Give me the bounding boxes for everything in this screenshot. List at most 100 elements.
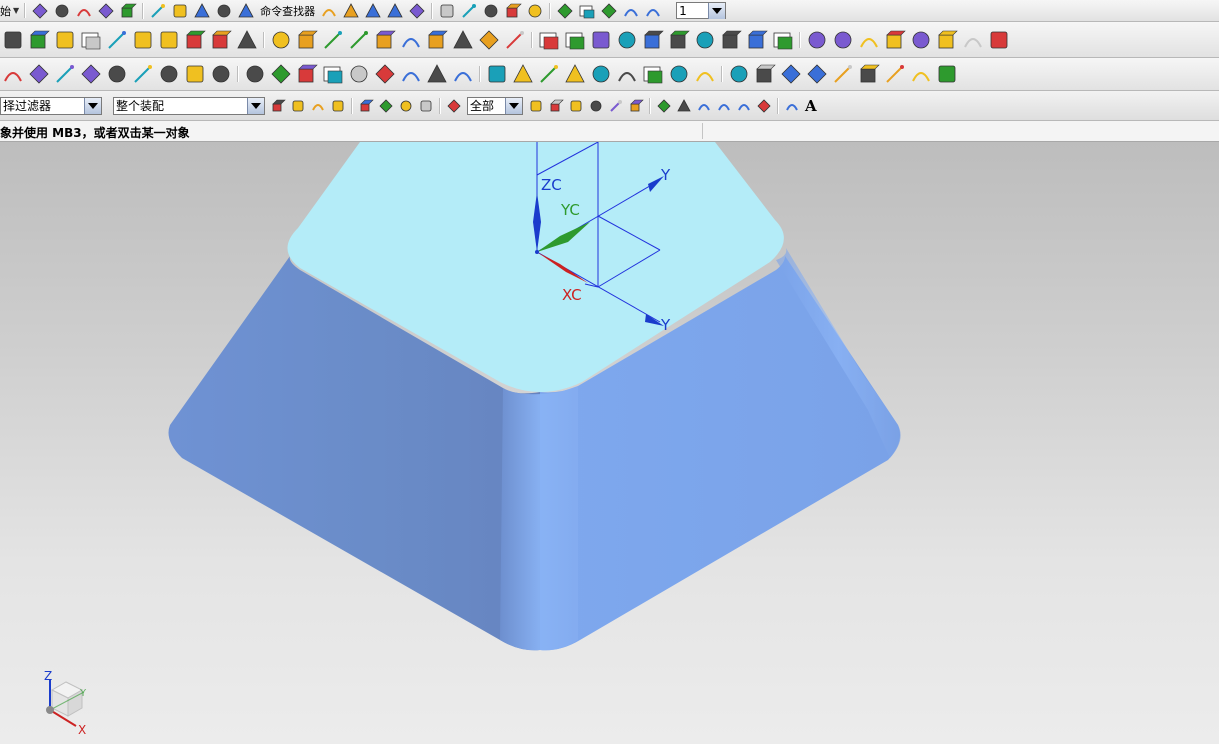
start-menu-button[interactable]: 始	[0, 3, 11, 19]
info-icon[interactable]	[408, 2, 426, 20]
command-finder-icon[interactable]	[320, 2, 338, 20]
wcs-origin-icon[interactable]	[784, 98, 800, 114]
properties-icon[interactable]	[386, 2, 404, 20]
view-orient-icon[interactable]	[526, 2, 544, 20]
render-icon[interactable]	[556, 2, 574, 20]
chevron-down-icon[interactable]	[247, 97, 264, 114]
graphics-window[interactable]: Y Y ZC YC XC Z X Y	[0, 142, 1219, 744]
subtract-icon[interactable]	[564, 63, 586, 85]
scale-body-icon[interactable]	[642, 63, 664, 85]
intersection-point-icon[interactable]	[628, 98, 644, 114]
move-icon[interactable]	[600, 2, 618, 20]
project-curve-icon[interactable]	[322, 29, 344, 51]
filter-settings-icon[interactable]	[270, 98, 286, 114]
offset-curve-icon[interactable]	[236, 29, 258, 51]
keycap-front-fillet[interactable]	[500, 386, 578, 651]
datum-plane-icon[interactable]	[780, 63, 802, 85]
undo-icon[interactable]	[215, 2, 233, 20]
law-extension-icon[interactable]	[832, 29, 854, 51]
select-curve-icon[interactable]	[418, 98, 434, 114]
extend-sheet-icon[interactable]	[720, 29, 742, 51]
extract-icon[interactable]	[400, 29, 422, 51]
block-icon[interactable]	[80, 63, 102, 85]
offset-surface-icon[interactable]	[668, 29, 690, 51]
cut-icon[interactable]	[119, 2, 137, 20]
save-icon[interactable]	[75, 2, 93, 20]
studio-surface-icon[interactable]	[806, 29, 828, 51]
section-icon[interactable]	[426, 29, 448, 51]
transition-icon[interactable]	[962, 29, 984, 51]
snap-points-icon[interactable]	[528, 98, 544, 114]
global-shaping-icon[interactable]	[988, 29, 1010, 51]
sweep-surface-icon[interactable]	[616, 29, 638, 51]
bridge-curve-icon[interactable]	[296, 29, 318, 51]
chevron-down-icon[interactable]	[84, 97, 101, 114]
datum-axis-icon[interactable]	[806, 63, 828, 85]
command-finder-button[interactable]: 命令查找器	[260, 3, 315, 19]
rectangle-select-icon[interactable]	[446, 98, 462, 114]
silhouette-icon[interactable]	[910, 29, 932, 51]
control-point-icon[interactable]	[608, 98, 624, 114]
point-on-curve-icon[interactable]	[696, 98, 712, 114]
bridge-surface-icon[interactable]	[884, 29, 906, 51]
annotation-filter-button[interactable]: A	[805, 97, 817, 115]
intersect-body-icon[interactable]	[590, 63, 612, 85]
bounded-plane-icon[interactable]	[564, 29, 586, 51]
unite-icon[interactable]	[538, 63, 560, 85]
slot-icon[interactable]	[296, 63, 318, 85]
snap-to-point-icon[interactable]	[756, 98, 772, 114]
extrude-sketch-icon[interactable]	[478, 29, 500, 51]
view-triad[interactable]	[46, 680, 85, 727]
rectangle-icon[interactable]	[54, 29, 76, 51]
select-feature-icon[interactable]	[398, 98, 414, 114]
new-file-icon[interactable]	[31, 2, 49, 20]
assembly-icon[interactable]	[884, 63, 906, 85]
existing-point-icon[interactable]	[548, 98, 564, 114]
type-filter-select[interactable]: 择过滤器	[0, 96, 102, 115]
display-icon[interactable]	[578, 2, 596, 20]
feature-pattern-icon[interactable]	[348, 63, 370, 85]
delete-face-icon[interactable]	[754, 63, 776, 85]
styled-blend-icon[interactable]	[936, 29, 958, 51]
helix-icon[interactable]	[106, 29, 128, 51]
polygon-icon[interactable]	[80, 29, 102, 51]
surface-through-curves-icon[interactable]	[538, 29, 560, 51]
sketch-icon[interactable]	[2, 63, 24, 85]
trim-body-icon[interactable]	[486, 63, 508, 85]
offset-face-icon[interactable]	[668, 63, 690, 85]
measure-icon[interactable]	[858, 63, 880, 85]
arc-icon[interactable]	[2, 29, 24, 51]
end-point-icon[interactable]	[568, 98, 584, 114]
transform-icon[interactable]	[622, 2, 640, 20]
spline-icon[interactable]	[132, 29, 154, 51]
intersect-icon[interactable]	[374, 29, 396, 51]
scope-select[interactable]: 全部	[467, 96, 523, 115]
split-body-icon[interactable]	[512, 63, 534, 85]
flange-icon[interactable]	[858, 29, 880, 51]
pocket-icon[interactable]	[270, 63, 292, 85]
quadrant-point-icon[interactable]	[676, 98, 692, 114]
trim-sheet-icon[interactable]	[694, 29, 716, 51]
groove-icon[interactable]	[322, 63, 344, 85]
start-menu-dropdown-icon[interactable]: ▼	[13, 6, 19, 15]
extrude-icon[interactable]	[28, 63, 50, 85]
edit-object-icon[interactable]	[364, 2, 382, 20]
assembly-filter-select[interactable]: 整个装配	[113, 96, 265, 115]
cylinder-icon[interactable]	[106, 63, 128, 85]
draft-icon[interactable]	[452, 63, 474, 85]
delete-icon[interactable]	[193, 2, 211, 20]
cone-icon[interactable]	[132, 63, 154, 85]
revolve-sketch-icon[interactable]	[504, 29, 526, 51]
snap-icon[interactable]	[342, 2, 360, 20]
shell-icon[interactable]	[426, 63, 448, 85]
replace-face-icon[interactable]	[694, 63, 716, 85]
edge-blend-icon[interactable]	[374, 63, 396, 85]
sew-icon[interactable]	[746, 29, 768, 51]
mid-point-icon[interactable]	[588, 98, 604, 114]
chamfer-icon[interactable]	[400, 63, 422, 85]
part-navigator-icon[interactable]	[438, 2, 456, 20]
ruled-surface-icon[interactable]	[590, 29, 612, 51]
thicken-icon[interactable]	[616, 63, 638, 85]
print-icon[interactable]	[97, 2, 115, 20]
deselect-icon[interactable]	[330, 98, 346, 114]
